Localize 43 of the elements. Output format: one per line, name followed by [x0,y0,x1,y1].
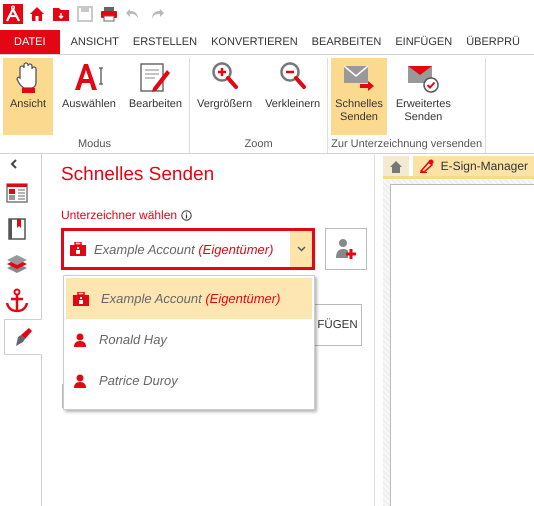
folder-icon[interactable] [52,6,70,22]
person-icon [73,374,87,388]
collapse-icon[interactable] [10,159,18,169]
ribbon-button[interactable]: Ansicht [3,58,53,135]
menu-tab[interactable]: BEARBEITEN [304,30,388,54]
ribbon-button[interactable]: Vergrößern [193,58,256,135]
file-menu-tab[interactable]: DATEI [0,30,60,54]
person-icon [73,332,87,346]
menu-tab[interactable]: ERSTELLEN [126,30,204,54]
signer-dropdown[interactable]: Example Account (Eigentümer) [61,228,315,270]
field-label: Unterzeichner wählen [61,208,178,222]
app-logo-icon [3,4,23,24]
ribbon-group-label: Zoom [244,137,274,152]
home-icon[interactable] [29,6,45,22]
home-icon [388,160,403,172]
panel-title: Schnelles Senden [61,164,216,187]
add-person-icon [335,238,357,260]
briefcase-icon [73,292,89,306]
layers-icon[interactable] [6,255,28,275]
add-signer-button[interactable] [325,228,367,270]
ribbon-button[interactable]: Schnelles Senden [331,58,387,135]
document-tab[interactable]: E-Sign-Manager [412,156,534,176]
pages-panel-icon[interactable] [6,183,28,203]
ribbon-button[interactable]: Erweitertes Senden [392,58,455,135]
pen-icon [418,159,435,173]
print-icon[interactable] [100,6,118,22]
menu-tab[interactable]: EINFÜGEN [388,30,460,54]
caret-icon [296,246,306,252]
menu-tab[interactable]: ANSICHT [64,30,126,54]
info-icon[interactable] [181,210,192,220]
ribbon-group-label: Zur Unterzeichnung versenden [331,137,482,152]
ribbon-group-label: Modus [77,137,112,152]
anchor-icon[interactable] [4,288,28,314]
menu-tab[interactable]: KONVERTIEREN [204,30,305,54]
bookmark-icon[interactable] [6,218,26,240]
home-tab[interactable] [382,156,409,176]
ribbon-button[interactable]: Bearbeiten [124,58,186,135]
pen-icon[interactable] [13,327,33,347]
dropdown-option[interactable]: Example Account (Eigentümer) [66,278,312,319]
ribbon-button[interactable]: Auswählen [58,58,120,135]
briefcase-icon [70,242,86,256]
ribbon-button[interactable]: Verkleinern [261,58,324,135]
menu-tab[interactable]: ÜBERPRÜ [459,30,527,54]
